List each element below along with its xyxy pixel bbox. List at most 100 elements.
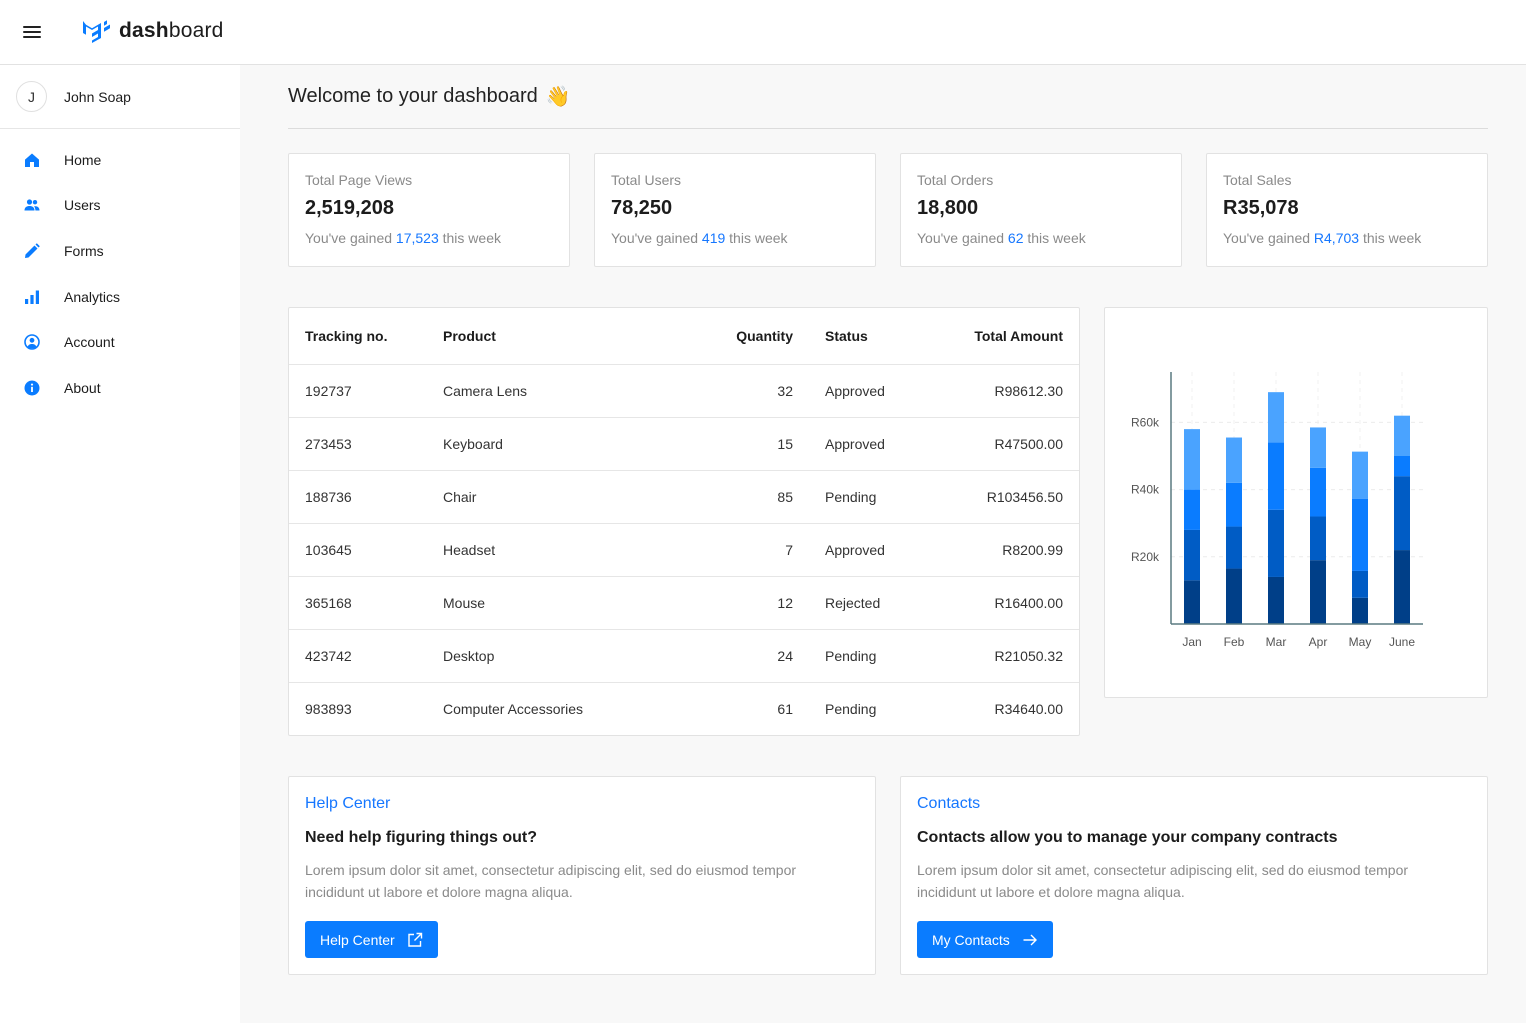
sidebar-item-analytics[interactable]: Analytics bbox=[0, 274, 240, 320]
x-tick-label: Apr bbox=[1309, 635, 1328, 649]
card-kicker: Help Center bbox=[305, 795, 391, 812]
external-link-icon bbox=[408, 932, 422, 947]
bar-segment bbox=[1226, 437, 1242, 483]
orders-table-card: Tracking no. Product Quantity Status Tot… bbox=[288, 307, 1080, 736]
stat-gain: 17,523 bbox=[395, 230, 439, 246]
table-row[interactable]: 273453 Keyboard 15 Approved R47500.00 bbox=[289, 417, 1079, 471]
column-header-status[interactable]: Status bbox=[793, 308, 923, 365]
cell-total: R34640.00 bbox=[994, 700, 1063, 717]
table-row[interactable]: 365168 Mouse 12 Rejected R16400.00 bbox=[289, 576, 1079, 630]
cell-status: Pending bbox=[793, 470, 923, 524]
pencil-icon bbox=[24, 243, 40, 259]
stat-gain: 419 bbox=[701, 230, 726, 246]
cell-total: R47500.00 bbox=[923, 417, 1079, 471]
cell-quantity: 24 bbox=[683, 629, 793, 683]
column-header-tracking[interactable]: Tracking no. bbox=[289, 308, 443, 365]
cell-status: Pending bbox=[825, 700, 877, 717]
mui-logo-icon bbox=[83, 20, 110, 43]
table-row[interactable]: 192737 Camera Lens 32 Approved R98612.30 bbox=[289, 364, 1079, 418]
stat-footnote: You've gained R4,703 this week bbox=[1223, 230, 1422, 246]
cell-product: Mouse bbox=[443, 576, 683, 630]
bar-segment bbox=[1352, 498, 1368, 571]
x-tick-label: May bbox=[1349, 635, 1372, 649]
stat-value: R35,078 bbox=[1223, 197, 1299, 219]
cell-total: R103456.50 bbox=[923, 470, 1079, 524]
bar-segment bbox=[1268, 509, 1284, 577]
cell-tracking: 103645 bbox=[289, 523, 443, 577]
stat-footnote: You've gained 17,523 this week bbox=[305, 230, 501, 246]
waving-hand-emoji: 👋 bbox=[545, 86, 571, 108]
cell-product: Keyboard bbox=[443, 417, 683, 471]
help-center-button[interactable]: Help Center bbox=[305, 921, 438, 958]
sidebar-item-label: Account bbox=[64, 334, 115, 351]
table-row[interactable]: 983893 Computer Accessories 61 Pending R… bbox=[289, 682, 1079, 735]
user-name: John Soap bbox=[64, 88, 131, 105]
cell-quantity: 32 bbox=[683, 364, 793, 418]
stat-footnote: You've gained 62 this week bbox=[917, 230, 1086, 246]
bar-segment bbox=[1352, 451, 1368, 499]
sidebar: J John Soap Home Users Forms Analytics A… bbox=[0, 65, 240, 1023]
sidebar-item-about[interactable]: About bbox=[0, 365, 240, 411]
cell-quantity: 61 bbox=[777, 700, 793, 717]
cell-product: Computer Accessories bbox=[443, 700, 584, 717]
stat-title: Total Sales bbox=[1223, 172, 1292, 188]
button-label: My Contacts bbox=[932, 931, 1010, 948]
cell-quantity: 15 bbox=[683, 417, 793, 471]
x-tick-label: June bbox=[1389, 635, 1415, 649]
cell-total: R8200.99 bbox=[923, 523, 1079, 577]
x-tick-label: Feb bbox=[1224, 635, 1245, 649]
column-header-quantity[interactable]: Quantity bbox=[683, 308, 793, 365]
brand-logo[interactable]: dashboard bbox=[83, 19, 224, 43]
column-header-total[interactable]: Total Amount bbox=[923, 308, 1079, 365]
sidebar-item-account[interactable]: Account bbox=[0, 319, 240, 365]
cell-product: Chair bbox=[443, 470, 683, 524]
cell-quantity: 85 bbox=[683, 470, 793, 524]
cell-product: Headset bbox=[443, 523, 683, 577]
hamburger-menu-icon[interactable] bbox=[23, 25, 41, 39]
sidebar-item-users[interactable]: Users bbox=[0, 183, 240, 229]
card-kicker: Contacts bbox=[917, 795, 981, 812]
table-row[interactable]: 423742 Desktop 24 Pending R21050.32 bbox=[289, 629, 1079, 683]
bar-segment bbox=[1226, 526, 1242, 569]
stat-footnote: You've gained 419 this week bbox=[611, 230, 788, 246]
column-header-product[interactable]: Product bbox=[443, 308, 683, 365]
y-tick-label: R40k bbox=[1131, 483, 1160, 497]
stat-card-page-views: Total Page Views 2,519,208 You've gained… bbox=[288, 153, 570, 267]
cell-status: Approved bbox=[793, 364, 923, 418]
stacked-bar-chart[interactable]: R20k R40k R60k Jan Feb Mar Apr May June bbox=[1105, 308, 1487, 697]
cell-total: R98612.30 bbox=[923, 364, 1079, 418]
table-row[interactable]: 188736 Chair 85 Pending R103456.50 bbox=[289, 470, 1079, 524]
cell-quantity: 7 bbox=[683, 523, 793, 577]
users-icon bbox=[24, 197, 40, 213]
avatar: J bbox=[16, 81, 47, 112]
cell-status: Rejected bbox=[793, 576, 923, 630]
card-description: Lorem ipsum dolor sit amet, consectetur … bbox=[917, 862, 1409, 900]
table-row[interactable]: 103645 Headset 7 Approved R8200.99 bbox=[289, 523, 1079, 577]
bar-segment bbox=[1226, 568, 1242, 624]
user-profile[interactable]: J John Soap bbox=[0, 65, 240, 129]
brand-name: dashboard bbox=[119, 19, 224, 42]
bar-segment bbox=[1226, 482, 1242, 527]
stat-value: 2,519,208 bbox=[305, 197, 394, 219]
sales-chart-card: R20k R40k R60k Jan Feb Mar Apr May June bbox=[1104, 307, 1488, 698]
sidebar-item-forms[interactable]: Forms bbox=[0, 228, 240, 274]
y-tick-label: R60k bbox=[1131, 415, 1160, 429]
stat-card-orders: Total Orders 18,800 You've gained 62 thi… bbox=[900, 153, 1182, 267]
bar-segment bbox=[1310, 560, 1326, 624]
button-label: Help Center bbox=[320, 931, 395, 948]
sidebar-item-label: Users bbox=[64, 197, 101, 214]
cell-status: Pending bbox=[793, 629, 923, 683]
bar-segment bbox=[1184, 580, 1200, 624]
card-description: Lorem ipsum dolor sit amet, consectetur … bbox=[305, 862, 797, 900]
sidebar-item-home[interactable]: Home bbox=[0, 137, 240, 183]
cell-tracking: 983893 bbox=[305, 700, 352, 717]
stat-title: Total Page Views bbox=[305, 172, 413, 188]
divider bbox=[288, 128, 1488, 129]
cell-tracking: 365168 bbox=[289, 576, 443, 630]
stat-card-sales: Total Sales R35,078 You've gained R4,703… bbox=[1206, 153, 1488, 267]
info-icon bbox=[24, 380, 40, 396]
stat-title: Total Users bbox=[611, 172, 682, 188]
my-contacts-button[interactable]: My Contacts bbox=[917, 921, 1053, 958]
cell-status: Approved bbox=[793, 523, 923, 577]
sidebar-nav: Home Users Forms Analytics Account About bbox=[0, 129, 240, 411]
